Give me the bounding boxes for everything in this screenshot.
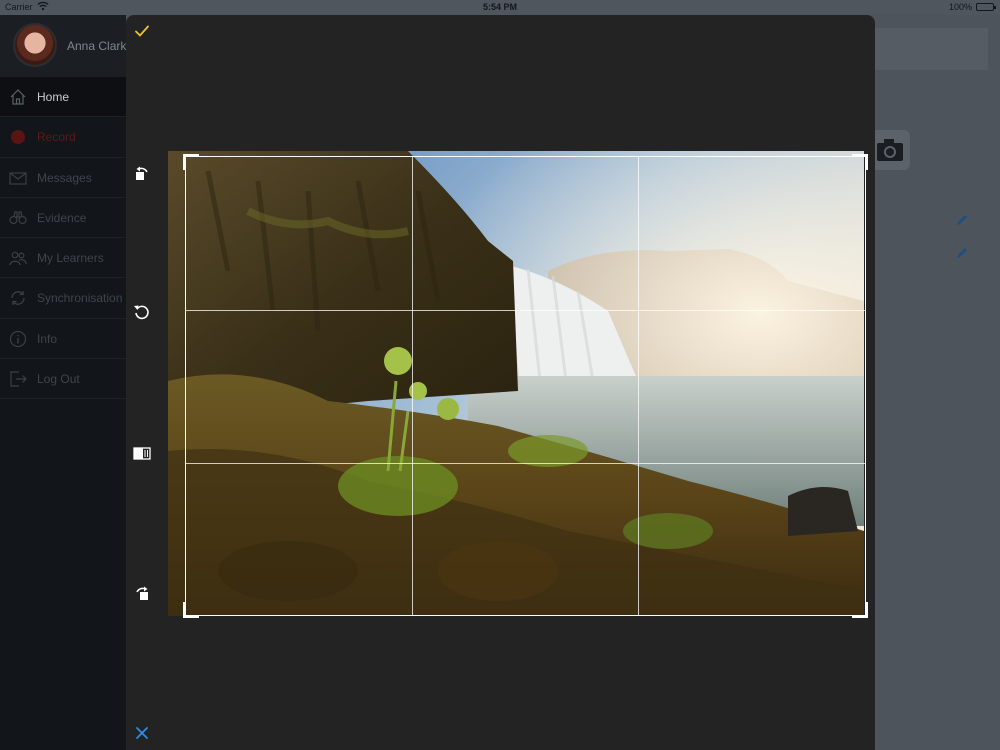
camera-button[interactable] (870, 130, 910, 170)
close-icon[interactable] (134, 725, 150, 741)
rotate-left-icon[interactable] (132, 163, 152, 183)
sidebar-item-home[interactable]: Home (0, 77, 126, 118)
rotate-right-icon[interactable] (132, 583, 152, 603)
info-icon (9, 330, 27, 347)
crop-grid-line (186, 310, 865, 311)
envelope-icon (9, 171, 27, 185)
aspect-ratio-icon[interactable] (132, 443, 152, 463)
logout-icon (10, 371, 27, 387)
record-icon (11, 130, 25, 145)
crop-handle-bottom-right[interactable] (852, 602, 868, 618)
sync-icon (11, 291, 25, 306)
crop-grid-line (186, 463, 865, 464)
sidebar-item-label: Info (37, 331, 58, 346)
app-root: Carrier 5:54 PM 100% Anna Clark Home Rec… (0, 0, 1000, 750)
sidebar: Anna Clark Home Record Messages Evidence… (0, 15, 126, 750)
sidebar-item-label: Record (37, 130, 76, 145)
edit-pencil-icon[interactable] (955, 246, 969, 260)
sidebar-item-label: Synchronisation (37, 291, 123, 306)
clock: 5:54 PM (482, 2, 517, 12)
crop-frame[interactable] (183, 154, 868, 618)
avatar (13, 23, 57, 67)
crop-handle-top-right[interactable] (852, 154, 868, 170)
sidebar-item-label: Log Out (37, 372, 80, 387)
profile-header[interactable]: Anna Clark (0, 15, 126, 77)
sidebar-item-label: Home (37, 90, 70, 104)
sidebar-item-label: Evidence (37, 210, 87, 225)
sidebar-item-evidence[interactable]: Evidence (0, 198, 126, 239)
crop-handle-top-left[interactable] (183, 154, 199, 170)
sidebar-item-log-out[interactable]: Log Out (0, 359, 126, 400)
sidebar-item-label: My Learners (37, 251, 104, 266)
crop-editor-modal (126, 15, 875, 750)
battery-icon (976, 3, 996, 11)
camera-icon (877, 139, 903, 161)
status-bar: Carrier 5:54 PM 100% (0, 0, 1000, 15)
edit-pencil-icon[interactable] (955, 213, 969, 227)
sidebar-item-label: Messages (37, 170, 92, 185)
sidebar-item-my-learners[interactable]: My Learners (0, 238, 126, 279)
checkmark-icon[interactable] (134, 23, 150, 39)
sidebar-item-synchronisation[interactable]: Synchronisation (0, 278, 126, 319)
sidebar-item-info[interactable]: Info (0, 319, 126, 360)
sidebar-item-record[interactable]: Record (0, 117, 126, 158)
crop-grid-line (638, 157, 639, 615)
background-header-panel (874, 28, 988, 70)
users-icon (9, 251, 27, 266)
home-icon (10, 89, 26, 105)
binoculars-icon (9, 211, 27, 224)
reset-icon[interactable] (132, 302, 152, 322)
crop-handle-bottom-left[interactable] (183, 602, 199, 618)
crop-grid-line (412, 157, 413, 615)
sidebar-item-messages[interactable]: Messages (0, 158, 126, 198)
profile-name: Anna Clark (67, 39, 127, 53)
battery-indicator: 100% (948, 2, 996, 12)
battery-percent: 100% (948, 2, 972, 12)
